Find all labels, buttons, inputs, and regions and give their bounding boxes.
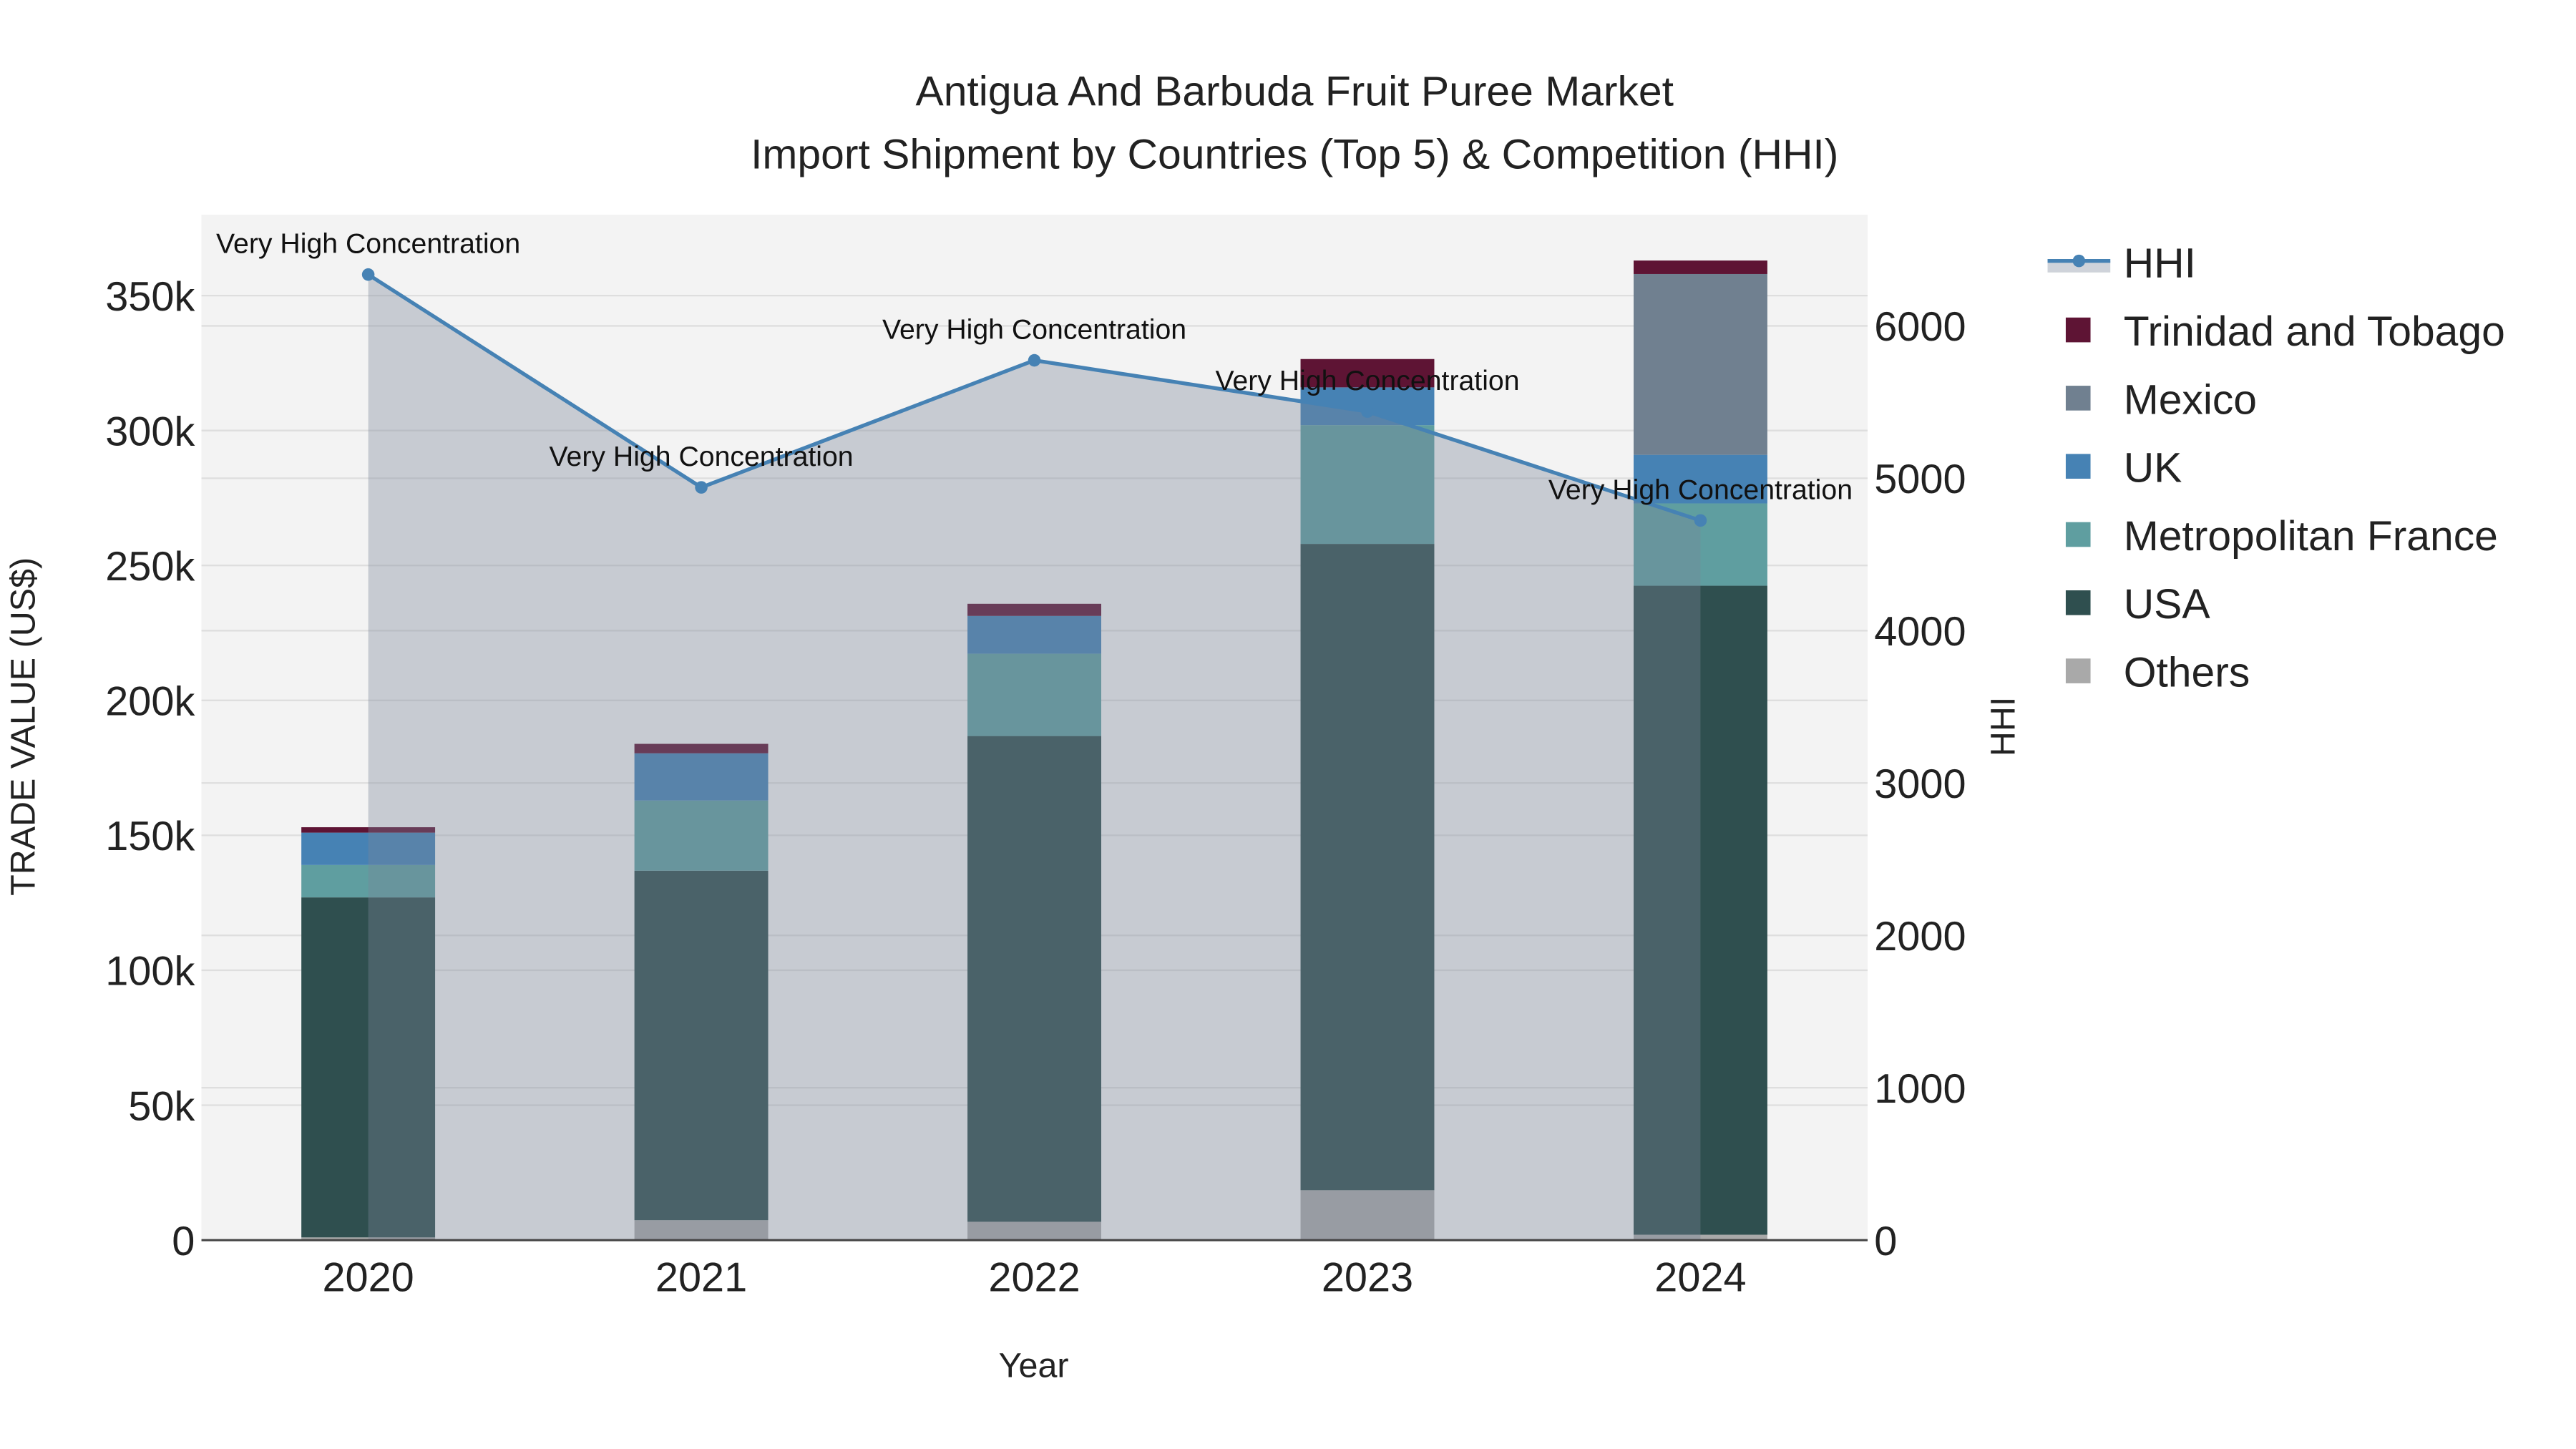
x-tick-label: 2021 <box>655 1255 747 1301</box>
y-tick-label: 300k <box>105 409 195 454</box>
hhi-annotation: Very High Concentration <box>882 314 1186 346</box>
legend-swatch <box>2065 317 2091 343</box>
y2-tick-label: 1000 <box>1874 1066 1966 1112</box>
legend-label: USA <box>2124 581 2211 628</box>
legend-label: Trinidad and Tobago <box>2124 308 2505 355</box>
x-tick-label: 2023 <box>1322 1255 1413 1301</box>
legend-label: Mexico <box>2124 376 2257 423</box>
y2-tick-label: 2000 <box>1874 914 1966 960</box>
legend-label: UK <box>2124 445 2182 492</box>
y-tick-label: 350k <box>105 274 195 320</box>
y-axis-title: TRADE VALUE (US$) <box>4 557 42 896</box>
legend-label: HHI <box>2124 240 2196 287</box>
y-tick-label: 200k <box>105 679 195 725</box>
x-tick-label: 2024 <box>1654 1255 1746 1301</box>
legend-item-mexico[interactable]: Mexico <box>2065 376 2257 423</box>
hhi-annotation: Very High Concentration <box>1215 365 1519 396</box>
legend-item-uk[interactable]: UK <box>2065 445 2182 492</box>
hhi-annotation: Very High Concentration <box>1548 474 1853 505</box>
legend-label: Others <box>2124 650 2250 696</box>
legend-item-metropolitan-france[interactable]: Metropolitan France <box>2065 513 2498 560</box>
legend-item-usa[interactable]: USA <box>2065 581 2211 628</box>
y2-tick-label: 5000 <box>1874 457 1966 502</box>
legend-swatch <box>2065 454 2091 479</box>
legend-label: Metropolitan France <box>2124 513 2498 560</box>
y-tick-label: 100k <box>105 949 195 995</box>
hhi-point-2022 <box>1028 353 1041 367</box>
legend-item-others[interactable]: Others <box>2065 650 2250 696</box>
chart: Very High Concentration Very High Concent… <box>4 69 2505 1385</box>
legend-item-trinidad-and-tobago[interactable]: Trinidad and Tobago <box>2065 308 2505 355</box>
hhi-annotation: Very High Concentration <box>550 441 854 472</box>
chart-title-line2: Import Shipment by Countries (Top 5) & C… <box>751 131 1838 177</box>
y2-tick-label: 3000 <box>1874 761 1966 807</box>
y-tick-label: 0 <box>172 1219 195 1264</box>
chart-title-line1: Antigua And Barbuda Fruit Puree Market <box>915 69 1674 115</box>
legend-item-hhi[interactable]: HHI <box>2047 240 2196 287</box>
bar-trinidad-and-tobago-2024 <box>1634 260 1767 274</box>
hhi-annotation: Very High Concentration <box>216 228 520 260</box>
hhi-point-2024 <box>1694 514 1707 527</box>
y2-tick-label: 4000 <box>1874 609 1966 655</box>
y2-tick-label: 0 <box>1874 1219 1897 1264</box>
bar-mexico-2024 <box>1634 273 1767 455</box>
hhi-point-2021 <box>695 481 708 494</box>
y2-tick-label: 6000 <box>1874 304 1966 350</box>
legend: HHI Trinidad and Tobago Mexico UK Metropolit… <box>2047 240 2505 696</box>
x-tick-label: 2022 <box>988 1255 1080 1301</box>
hhi-point-2023 <box>1361 405 1374 418</box>
y-tick-label: 250k <box>105 544 195 590</box>
legend-swatch <box>2065 590 2091 615</box>
legend-swatch <box>2065 522 2091 547</box>
legend-swatch-hhi-marker <box>2072 254 2086 268</box>
hhi-point-2020 <box>361 268 375 281</box>
y2-axis-title: HHI <box>1984 697 2022 756</box>
y-tick-label: 50k <box>128 1083 195 1129</box>
y-tick-label: 150k <box>105 814 195 859</box>
x-axis-title: Year <box>999 1347 1069 1385</box>
legend-swatch <box>2065 658 2091 683</box>
legend-swatch <box>2065 386 2091 411</box>
x-tick-label: 2020 <box>322 1255 414 1301</box>
